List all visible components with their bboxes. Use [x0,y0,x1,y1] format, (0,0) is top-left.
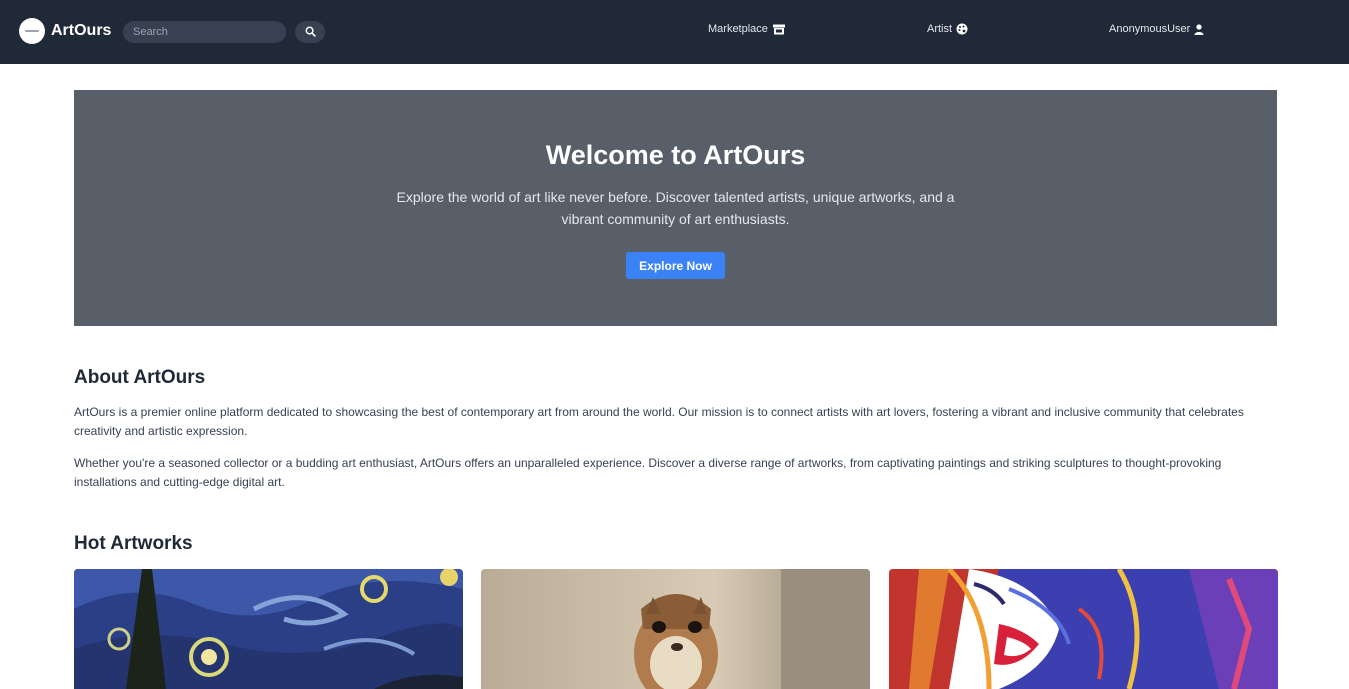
hero-title: Welcome to ArtOurs [545,140,806,170]
explore-now-button[interactable]: Explore Now [626,252,725,279]
brand[interactable]: ArtOurs [19,18,111,44]
top-navbar: ArtOurs Marketplace Artist AnonymousUser [0,0,1349,64]
hero-banner: Welcome to ArtOurs Explore the world of … [74,90,1277,326]
artwork-image [889,569,1278,689]
nav-artist-label: Artist [927,23,953,35]
nav-user[interactable]: AnonymousUser [1109,23,1204,35]
search-button[interactable] [295,21,325,43]
nav-marketplace-label: Marketplace [708,23,768,35]
about-paragraph-1: ArtOurs is a premier online platform ded… [74,405,1244,438]
search-input[interactable] [123,21,286,43]
nav-user-label: AnonymousUser [1109,23,1191,35]
hot-artworks-title: Hot Artworks [74,533,193,554]
store-icon [772,24,786,35]
artwork-card-chipmunk[interactable] [481,569,870,689]
artwork-image [481,569,870,689]
palette-icon [956,23,968,35]
user-icon [1194,23,1204,35]
search-icon [305,25,316,40]
artwork-image [74,569,463,689]
artwork-card-singer[interactable] [889,569,1278,689]
brand-name: ArtOurs [51,22,112,39]
artwork-card-starry-night[interactable] [74,569,463,689]
logo [19,18,45,44]
about-title: About ArtOurs [74,367,206,388]
nav-marketplace[interactable]: Marketplace [708,23,786,35]
hero-description: Explore the world of art like never befo… [396,189,955,227]
nav-artist[interactable]: Artist [927,23,968,35]
about-paragraph-2: Whether you're a seasoned collector or a… [74,456,1222,489]
